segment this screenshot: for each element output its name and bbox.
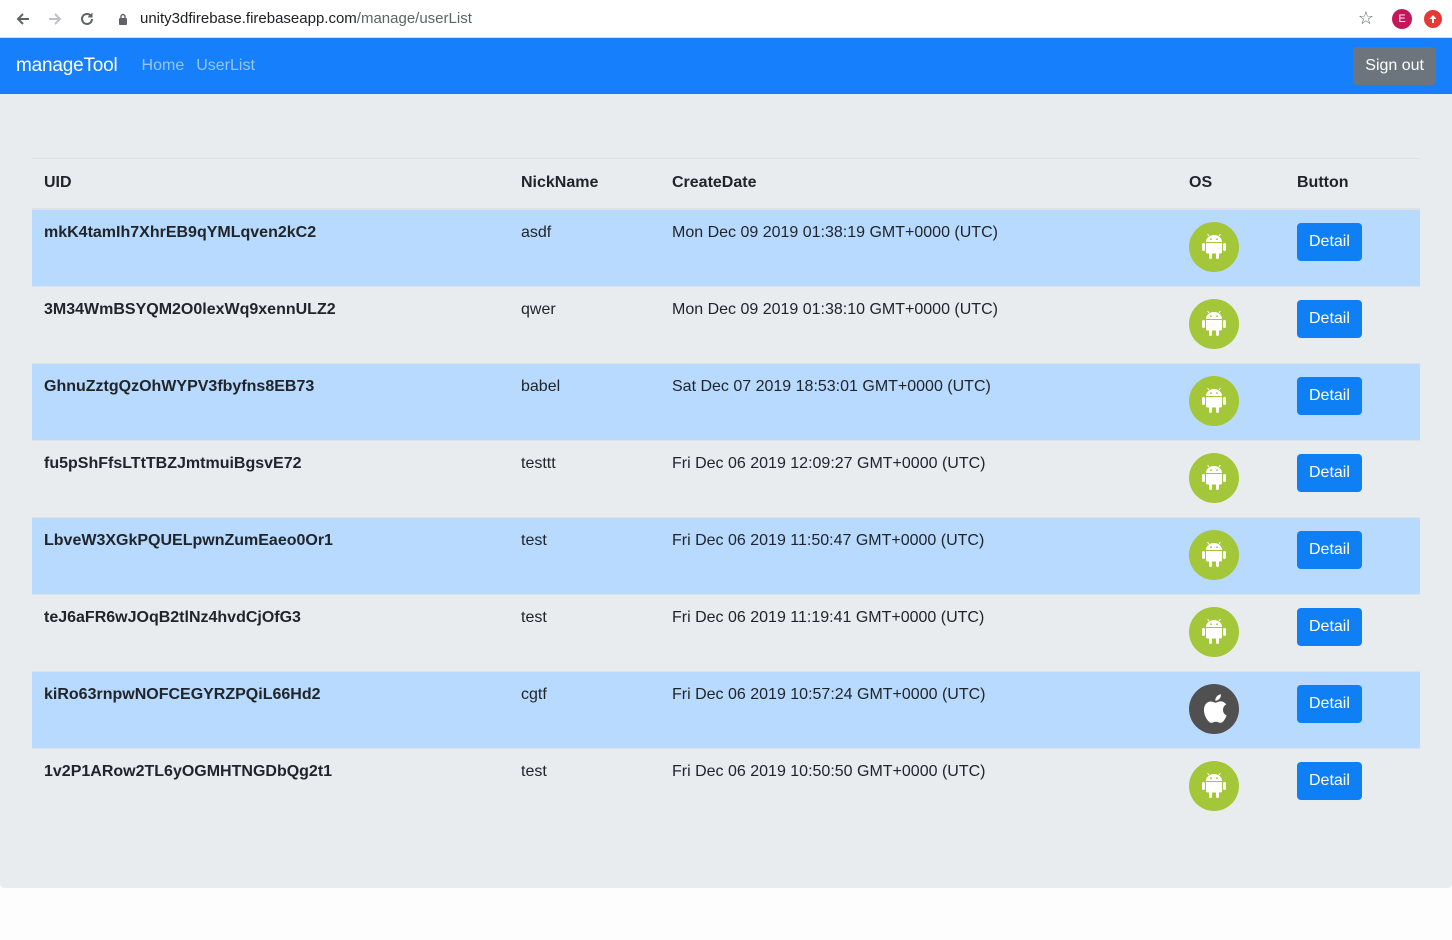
nav-link-home[interactable]: Home xyxy=(142,57,185,75)
uid-cell: mkK4tamIh7XhrEB9qYMLqven2kC2 xyxy=(44,223,317,241)
brand-logo[interactable]: manageTool xyxy=(16,55,118,77)
url-host: unity3dfirebase.firebaseapp.com xyxy=(140,10,357,27)
android-icon xyxy=(1189,529,1239,580)
nav-link-userlist[interactable]: UserList xyxy=(196,57,255,75)
forward-icon[interactable] xyxy=(42,6,68,32)
navbar: manageTool Home UserList Sign out xyxy=(0,38,1452,94)
apple-icon xyxy=(1189,683,1239,734)
os-cell xyxy=(1177,517,1285,594)
header-button: Button xyxy=(1285,158,1420,210)
createdate-cell: Fri Dec 06 2019 11:50:47 GMT+0000 (UTC) xyxy=(672,531,985,549)
button-cell: Detail xyxy=(1285,517,1420,594)
uid-cell: 1v2P1ARow2TL6yOGMHTNGDbQg2t1 xyxy=(44,762,333,780)
sign-out-button[interactable]: Sign out xyxy=(1353,47,1436,85)
table-row: LbveW3XGkPQUELpwnZumEaeo0Or1 test Fri Dec … xyxy=(32,517,1420,594)
uid-cell: 3M34WmBSYQM2O0lexWq9xennULZ2 xyxy=(44,300,336,318)
createdate-cell: Fri Dec 06 2019 11:19:41 GMT+0000 (UTC) xyxy=(672,608,985,626)
nickname-cell: test xyxy=(521,531,547,549)
createdate-cell: Mon Dec 09 2019 01:38:19 GMT+0000 (UTC) xyxy=(672,223,998,241)
createdate-cell: Fri Dec 06 2019 12:09:27 GMT+0000 (UTC) xyxy=(672,454,986,472)
uid-cell: LbveW3XGkPQUELpwnZumEaeo0Or1 xyxy=(44,531,333,549)
os-cell xyxy=(1177,440,1285,517)
detail-button[interactable]: Detail xyxy=(1297,530,1362,569)
os-cell xyxy=(1177,286,1285,363)
createdate-cell: Mon Dec 09 2019 01:38:10 GMT+0000 (UTC) xyxy=(672,300,998,318)
table-row: teJ6aFR6wJOqB2tlNz4hvdCjOfG3 test Fri Dec … xyxy=(32,594,1420,671)
main-content: UID NickName CreateDate OS Button mkK4ta… xyxy=(0,94,1452,888)
os-cell xyxy=(1177,209,1285,287)
reload-icon[interactable] xyxy=(74,6,100,32)
header-uid: UID xyxy=(32,158,509,210)
uid-cell: GhnuZztgQzOhWYPV3fbyfns8EB73 xyxy=(44,377,315,395)
extension-icon[interactable] xyxy=(1424,9,1442,28)
button-cell: Detail xyxy=(1285,440,1420,517)
android-icon xyxy=(1189,375,1239,426)
table-row: mkK4tamIh7XhrEB9qYMLqven2kC2 asdf Mon Dec … xyxy=(32,208,1420,287)
uid-cell: fu5pShFfsLTtTBZJmtmuiBgsvE72 xyxy=(44,454,302,472)
address-bar[interactable]: unity3dfirebase.firebaseapp.com/manage/u… xyxy=(106,4,1358,34)
header-nickname: NickName xyxy=(509,158,660,210)
page-footer-area xyxy=(0,888,1452,940)
nickname-cell: qwer xyxy=(521,300,556,318)
os-cell xyxy=(1177,363,1285,440)
android-icon xyxy=(1189,221,1239,272)
nickname-cell: test xyxy=(521,762,547,780)
nickname-cell: cgtf xyxy=(521,685,547,703)
detail-button[interactable]: Detail xyxy=(1297,299,1362,338)
detail-button[interactable]: Detail xyxy=(1297,607,1362,646)
profile-avatar[interactable]: E xyxy=(1392,8,1412,29)
table-header-row: UID NickName CreateDate OS Button xyxy=(32,158,1420,210)
nickname-cell: asdf xyxy=(521,223,552,241)
android-icon xyxy=(1189,606,1239,657)
nickname-cell: babel xyxy=(521,377,561,395)
button-cell: Detail xyxy=(1285,671,1420,748)
table-row: kiRo63rnpwNOFCEGYRZPQiL66Hd2 cgtf Fri Dec … xyxy=(32,671,1420,748)
header-createdate: CreateDate xyxy=(660,158,1177,210)
detail-button[interactable]: Detail xyxy=(1297,376,1362,415)
createdate-cell: Sat Dec 07 2019 18:53:01 GMT+0000 (UTC) xyxy=(672,377,991,395)
lock-icon xyxy=(114,13,132,25)
os-cell xyxy=(1177,748,1285,825)
table-row: 3M34WmBSYQM2O0lexWq9xennULZ2 qwer Mon Dec … xyxy=(32,286,1420,363)
table-row: GhnuZztgQzOhWYPV3fbyfns8EB73 babel Sat Dec… xyxy=(32,363,1420,440)
back-icon[interactable] xyxy=(10,6,36,32)
button-cell: Detail xyxy=(1285,748,1420,825)
os-cell xyxy=(1177,594,1285,671)
createdate-cell: Fri Dec 06 2019 10:50:50 GMT+0000 (UTC) xyxy=(672,762,986,780)
uid-cell: teJ6aFR6wJOqB2tlNz4hvdCjOfG3 xyxy=(44,608,301,626)
detail-button[interactable]: Detail xyxy=(1297,684,1362,723)
browser-toolbar: unity3dfirebase.firebaseapp.com/manage/u… xyxy=(0,0,1452,38)
table-row: 1v2P1ARow2TL6yOGMHTNGDbQg2t1 test Fri Dec … xyxy=(32,748,1420,825)
button-cell: Detail xyxy=(1285,363,1420,440)
button-cell: Detail xyxy=(1285,594,1420,671)
android-icon xyxy=(1189,760,1239,811)
os-cell xyxy=(1177,671,1285,748)
button-cell: Detail xyxy=(1285,209,1420,287)
android-icon xyxy=(1189,452,1239,503)
button-cell: Detail xyxy=(1285,286,1420,363)
nickname-cell: testtt xyxy=(521,454,556,472)
nickname-cell: test xyxy=(521,608,547,626)
android-icon xyxy=(1189,298,1239,349)
url-path: /manage/userList xyxy=(356,10,472,27)
detail-button[interactable]: Detail xyxy=(1297,453,1362,492)
user-table: UID NickName CreateDate OS Button mkK4ta… xyxy=(32,158,1420,825)
table-row: fu5pShFfsLTtTBZJmtmuiBgsvE72 testtt Fri De… xyxy=(32,440,1420,517)
uid-cell: kiRo63rnpwNOFCEGYRZPQiL66Hd2 xyxy=(44,685,321,703)
detail-button[interactable]: Detail xyxy=(1297,761,1362,800)
detail-button[interactable]: Detail xyxy=(1297,222,1362,261)
createdate-cell: Fri Dec 06 2019 10:57:24 GMT+0000 (UTC) xyxy=(672,685,986,703)
bookmark-star-icon[interactable]: ☆ xyxy=(1358,8,1374,29)
header-os: OS xyxy=(1177,158,1285,210)
